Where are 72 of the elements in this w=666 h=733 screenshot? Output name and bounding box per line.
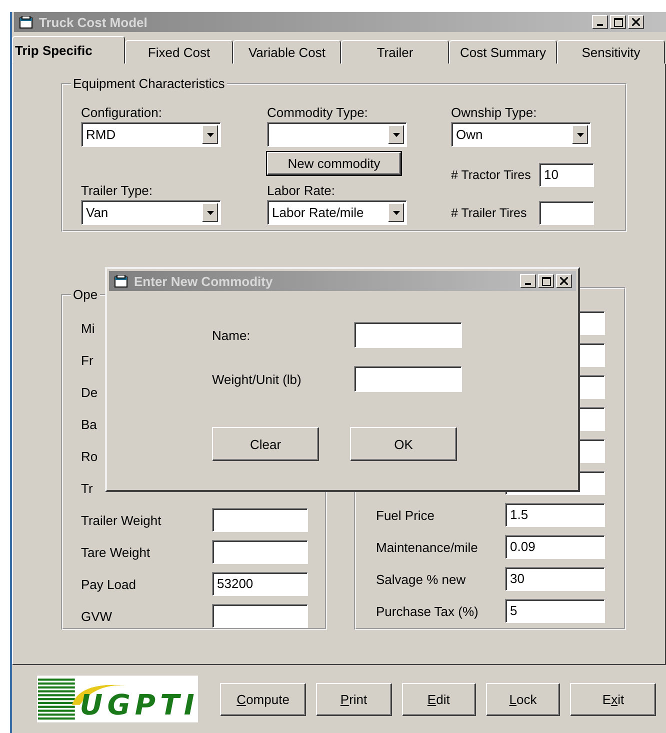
field-label: Trailer Type: — [81, 183, 154, 200]
maximize-icon[interactable] — [538, 274, 554, 288]
input-field[interactable] — [212, 508, 308, 532]
field-label: Ro — [81, 448, 99, 464]
close-icon[interactable] — [628, 15, 644, 29]
group-title: Equipment Characteristics — [72, 76, 226, 91]
dropdown-field[interactable]: Own — [451, 122, 591, 147]
dialog-button[interactable]: Clear — [212, 427, 319, 461]
tab[interactable]: Variable Cost — [233, 40, 341, 64]
caret-icon — [572, 125, 588, 144]
input-field[interactable] — [354, 322, 462, 348]
field-label: Fuel Price — [376, 508, 436, 522]
tab[interactable]: Trip Specific — [12, 36, 125, 64]
action-button[interactable]: Print — [316, 682, 392, 716]
input-field[interactable]: 5 — [505, 599, 605, 623]
field-label: GVW — [81, 608, 114, 624]
new-commodity-button[interactable]: New commodity — [267, 152, 401, 175]
field-label: Mi — [81, 320, 96, 336]
dropdown-field[interactable]: RMD — [81, 122, 221, 147]
input-field[interactable]: 0.09 — [505, 535, 605, 559]
tab[interactable]: Sensitivity — [557, 40, 665, 64]
dropdown-field[interactable]: Labor Rate/mile — [267, 200, 407, 225]
caret-icon — [388, 125, 404, 144]
input-field[interactable] — [354, 366, 462, 392]
field-label: Pay Load — [81, 576, 137, 592]
input-field[interactable] — [539, 201, 594, 225]
input-field[interactable]: 10 — [539, 163, 594, 187]
dropdown-field[interactable]: Van — [81, 200, 221, 225]
input-field[interactable]: 53200 — [212, 572, 308, 596]
field-label: Salvage % new — [376, 572, 467, 586]
close-icon[interactable] — [556, 274, 572, 288]
tab[interactable]: Fixed Cost — [125, 40, 233, 64]
tab[interactable]: Trailer — [341, 40, 449, 64]
field-label: De — [81, 384, 99, 400]
action-button[interactable]: Compute — [220, 682, 306, 716]
field-label: Name: — [212, 328, 252, 342]
window-icon — [114, 274, 128, 288]
field-label: Configuration: — [81, 105, 163, 122]
field-label: Tr — [81, 480, 94, 496]
caret-icon — [388, 203, 404, 222]
field-label: # Trailer Tires — [451, 206, 528, 220]
input-field[interactable]: 1.5 — [505, 503, 605, 527]
maximize-icon[interactable] — [610, 15, 626, 29]
field-label: Tare Weight — [81, 544, 152, 560]
window-title: Truck Cost Model — [39, 14, 148, 30]
field-label: Ba — [81, 416, 98, 432]
field-label: Purchase Tax (%) — [376, 604, 480, 618]
input-field[interactable] — [212, 540, 308, 564]
caret-icon — [202, 125, 218, 144]
field-label: Maintenance/mile — [376, 540, 479, 554]
field-label: # Tractor Tires — [451, 168, 532, 182]
tab[interactable]: Cost Summary — [449, 40, 557, 64]
logo: UGPTI — [37, 675, 198, 723]
input-field[interactable] — [212, 604, 308, 628]
field-label: Ownship Type: — [451, 105, 538, 122]
action-button[interactable]: Lock — [486, 682, 560, 716]
dialog-title: Enter New Commodity — [134, 274, 273, 288]
window-icon — [19, 16, 33, 28]
field-label: Weight/Unit (lb) — [212, 372, 302, 386]
group-title: Ope — [72, 289, 99, 302]
field-label: Commodity Type: — [267, 105, 369, 122]
minimize-icon[interactable] — [592, 15, 608, 29]
field-label: Trailer Weight — [81, 512, 162, 528]
caret-icon — [202, 203, 218, 222]
minimize-icon[interactable] — [520, 274, 536, 288]
input-field[interactable]: 30 — [505, 567, 605, 591]
dropdown-field[interactable] — [267, 122, 407, 147]
field-label: Labor Rate: — [267, 183, 336, 200]
dialog-button[interactable]: OK — [350, 427, 457, 461]
action-button[interactable]: Edit — [402, 682, 476, 716]
field-label: Fr — [81, 352, 94, 368]
action-button[interactable]: Exit — [570, 682, 656, 716]
